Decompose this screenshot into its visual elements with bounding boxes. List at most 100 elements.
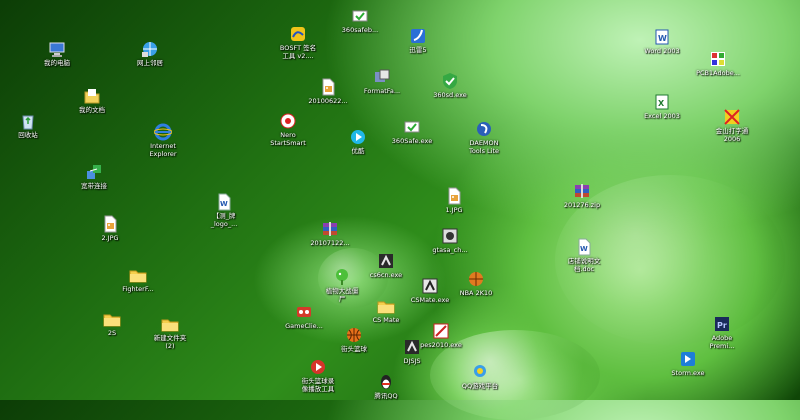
shortcut-label: 2.JPG — [101, 234, 119, 242]
shortcut-label: 街头篮球 — [341, 345, 367, 353]
shortcut-label: 回收站 — [18, 131, 38, 139]
shortcut-label: 腾讯QQ — [374, 392, 398, 400]
word-doc-icon: W — [575, 238, 593, 256]
folder-icon — [129, 266, 147, 284]
replay-tool-icon — [309, 358, 327, 376]
desktop-shortcut[interactable]: W 店铺说明文 档.doc — [552, 238, 616, 273]
shortcut-label: BOSFT 签名 工具 v2.... — [279, 44, 317, 60]
desktop-shortcut[interactable]: 街头篮球录 像播放工具 — [286, 358, 350, 393]
ie-icon — [154, 123, 172, 141]
desktop-shortcut[interactable]: 网上邻居 — [118, 40, 182, 68]
desktop-shortcut[interactable]: gtasa_ch... — [418, 227, 482, 255]
desktop-shortcut[interactable]: 回收站 — [0, 112, 60, 140]
desktop-shortcut[interactable]: 201276.zip — [550, 182, 614, 210]
daemon-tools-icon — [475, 120, 493, 138]
svg-text:Pr: Pr — [717, 321, 727, 330]
computer-icon — [48, 40, 66, 58]
storm-icon — [679, 350, 697, 368]
shortcut-label: 网上邻居 — [137, 59, 163, 67]
gta-icon — [441, 227, 459, 245]
plants-zombies-icon — [333, 268, 351, 286]
folder-icon — [161, 315, 179, 333]
shortcut-label: 20100622... — [308, 97, 348, 105]
desktop-shortcut[interactable]: CS Mate — [354, 297, 418, 325]
desktop-shortcut[interactable]: NBA 2K10 — [444, 270, 508, 298]
shortcut-label: 20107122... — [310, 239, 350, 247]
desktop-shortcut[interactable]: Nero StartSmart — [256, 112, 320, 147]
shortcut-label: 新建文件夹 (2) — [153, 334, 187, 350]
youku-icon — [349, 128, 367, 146]
recycle-bin-icon — [19, 112, 37, 130]
desktop-shortcut[interactable]: 新建文件夹 (2) — [138, 315, 202, 350]
shortcut-label: FighterF... — [122, 285, 154, 293]
desktop-shortcut[interactable]: 2S — [80, 310, 144, 338]
desktop-shortcut[interactable]: 360safeb... — [328, 7, 392, 35]
shortcut-label: 360Safe.exe — [391, 137, 433, 145]
desktop-shortcut[interactable]: FormatFa... — [350, 68, 414, 96]
desktop-shortcut[interactable]: 1.JPG — [422, 187, 486, 215]
rar-archive-icon — [321, 220, 339, 238]
360-antivirus-icon — [441, 72, 459, 90]
shortcut-label: 2S — [107, 329, 117, 337]
desktop-shortcut[interactable]: QQ游戏平台 — [448, 363, 512, 391]
360-safe-icon — [403, 118, 421, 136]
desktop-shortcut[interactable]: 我的文档 — [60, 87, 124, 115]
desktop-shortcut[interactable]: 2.JPG — [78, 215, 142, 243]
desktop-shortcut[interactable]: DAEMON Tools Lite — [452, 120, 516, 155]
qq-game-icon — [471, 363, 489, 381]
svg-text:X: X — [658, 99, 665, 108]
cs-game-icon — [377, 252, 395, 270]
desktop-shortcut[interactable]: 迅雷5 — [386, 27, 450, 55]
game-client-icon — [295, 303, 313, 321]
desktop-shortcut[interactable]: DJSJS — [380, 338, 444, 366]
csmate-icon — [421, 277, 439, 295]
network-icon — [141, 40, 159, 58]
desktop-shortcut[interactable]: 360sd.exe — [418, 72, 482, 100]
shortcut-label: DJSJS — [403, 357, 421, 365]
shortcut-label: QQ游戏平台 — [461, 382, 499, 390]
shortcut-label: FormatFa... — [363, 87, 401, 95]
shortcut-label: 金山打字通 2006 — [715, 127, 749, 143]
desktop-shortcut[interactable]: Pr Adobe Premi... — [690, 315, 754, 350]
shortcut-label: Storm.exe — [671, 369, 705, 377]
desktop-shortcut[interactable]: 街头篮球 — [322, 326, 386, 354]
rar-archive-icon — [573, 182, 591, 200]
desktop-shortcut[interactable]: Internet Explorer — [131, 123, 195, 158]
cs-game-icon — [403, 338, 421, 356]
desktop-shortcut[interactable]: W 【测_牌 _logo_... — [192, 193, 256, 228]
desktop-shortcut[interactable]: 金山打字通 2006 — [700, 108, 764, 143]
shortcut-label: Excel 2003 — [644, 112, 680, 120]
desktop-shortcut[interactable]: 我的电脑 — [25, 40, 89, 68]
desktop-shortcut[interactable]: 腾讯QQ — [354, 373, 418, 401]
shortcut-label: 201276.zip — [563, 201, 601, 209]
image-file-icon — [319, 78, 337, 96]
desktop-shortcut[interactable]: W Word 2003 — [630, 28, 694, 56]
shortcut-label: Internet Explorer — [149, 142, 177, 158]
documents-icon — [83, 87, 101, 105]
nero-icon — [279, 112, 297, 130]
thunder-icon — [409, 27, 427, 45]
shortcut-label: 1.JPG — [445, 206, 463, 214]
shortcut-label: 【测_牌 _logo_... — [210, 212, 238, 228]
shortcut-label: GameClie... — [285, 322, 323, 330]
shortcut-label: 360safeb... — [341, 26, 379, 34]
shortcut-label: Adobe Premi... — [709, 334, 735, 350]
shortcut-label: 我的文档 — [79, 106, 105, 114]
shortcut-label: gtasa_ch... — [432, 246, 468, 254]
desktop-shortcut[interactable]: BOSFT 签名 工具 v2.... — [266, 25, 330, 60]
folder-icon — [103, 310, 121, 328]
desktop-shortcut[interactable]: 20107122... — [298, 220, 362, 248]
desktop-shortcut[interactable]: Storm.exe — [656, 350, 720, 378]
svg-text:W: W — [580, 245, 588, 253]
desktop-shortcut[interactable]: FighterF... — [106, 266, 170, 294]
desktop-shortcut[interactable]: 宽带连接 — [62, 163, 126, 191]
shortcut-label: 我的电脑 — [44, 59, 70, 67]
word-doc-icon: W — [215, 193, 233, 211]
shortcut-label: 360sd.exe — [433, 91, 467, 99]
shortcut-label: 宽带连接 — [81, 182, 107, 190]
svg-text:W: W — [658, 34, 667, 43]
image-file-icon — [101, 215, 119, 233]
desktop-shortcut[interactable]: PCB1Adobe... — [686, 50, 750, 78]
desktop-shortcut[interactable]: 360Safe.exe — [380, 118, 444, 146]
desktop-shortcut[interactable]: X Excel 2003 — [630, 93, 694, 121]
